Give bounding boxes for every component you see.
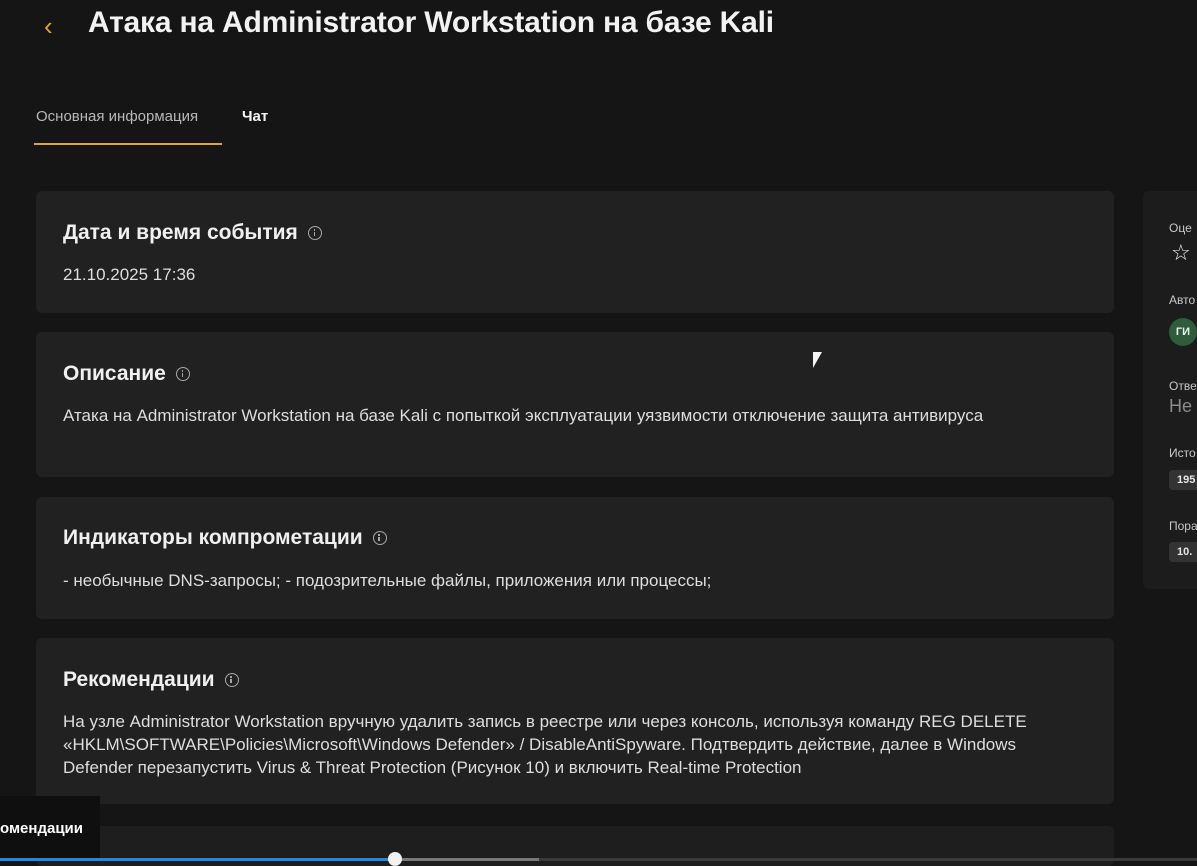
tab-chat[interactable]: Чат [242,108,268,125]
star-outline-icon[interactable]: ☆ [1171,242,1191,264]
description-heading-text: Описание [63,362,166,385]
description-text: Атака на Administrator Workstation на ба… [63,406,984,425]
description-heading: Описание [63,362,190,386]
source-label: Исто [1169,446,1196,460]
info-icon[interactable] [175,367,190,381]
indicators-card: Индикаторы компрометации - необычные DNS… [36,497,1114,619]
chapter-tooltip: омендации [0,796,100,858]
recommendations-heading: Рекомендации [63,668,239,692]
recommendations-text: На узле Administrator Workstation вручну… [63,712,1027,777]
page-title: Атака на Administrator Workstation на ба… [88,6,774,39]
indicators-heading: Индикаторы компрометации [63,526,387,550]
chevron-left-icon[interactable]: ‹ [44,12,68,40]
source-chip: 195 [1169,470,1197,490]
video-progress-handle[interactable] [388,852,402,866]
info-icon[interactable] [224,673,239,687]
author-label: Авто [1169,293,1196,307]
datetime-heading: Дата и время события [63,221,322,245]
page-header: ‹ Атака на Administrator Workstation на … [0,0,1197,60]
target-label: Пора [1169,519,1197,533]
mouse-cursor-icon [813,352,822,368]
indicators-text: - необычные DNS-запросы; - подозрительны… [63,571,712,590]
chapter-tooltip-text: омендации [0,820,83,837]
video-overlay: омендации [0,796,1197,866]
indicators-heading-text: Индикаторы компрометации [63,526,363,549]
info-icon[interactable] [372,531,387,545]
recommendations-heading-text: Рекомендации [63,668,215,691]
recommendations-card: Рекомендации На узле Administrator Works… [36,638,1114,804]
datetime-card: Дата и время события 21.10.2025 17:36 [36,191,1114,313]
datetime-heading-text: Дата и время события [63,221,298,244]
description-card: Описание Атака на Administrator Workstat… [36,332,1114,477]
datetime-value: 21.10.2025 17:36 [63,265,196,284]
responsible-label: Отве [1169,379,1197,393]
info-icon[interactable] [307,226,322,240]
target-chip: 10. [1169,542,1197,562]
avatar: ГИ [1169,318,1197,346]
active-tab-indicator [34,143,222,145]
side-panel: Оце ☆ Авто ГИ Отве Не Исто 195 Пора 10. [1143,191,1197,589]
tab-main-info[interactable]: Основная информация [36,108,198,125]
responsible-value: Не [1169,396,1193,416]
rating-label: Оце [1169,221,1192,235]
